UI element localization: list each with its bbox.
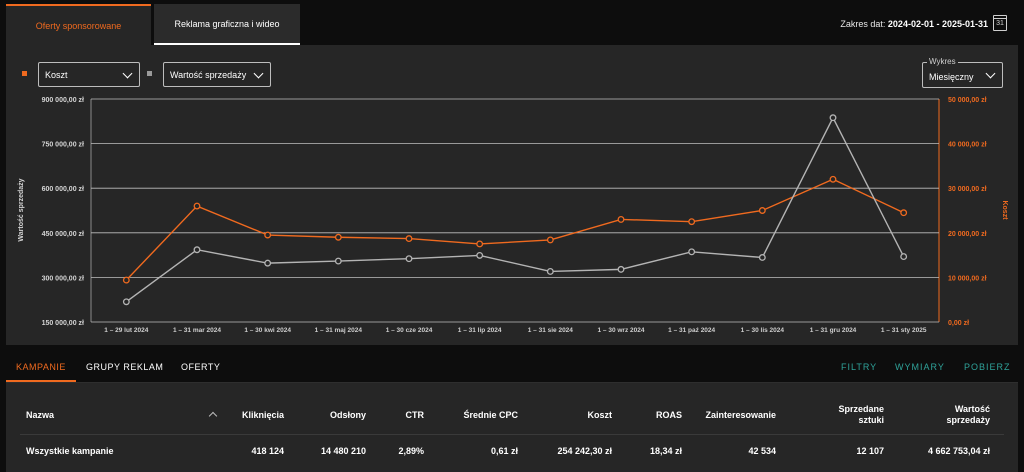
date-range: Zakres dat: 2024-02-01 - 2025-01-31 <box>840 19 988 29</box>
x-tick-label: 1 – 31 mar 2024 <box>173 327 221 334</box>
data-point <box>546 236 554 244</box>
header-sales-value-line2: sprzedaży <box>946 415 990 425</box>
right-axis-title: Koszt <box>1001 200 1008 220</box>
header-sales-value[interactable]: Wartość sprzedaży <box>946 404 990 426</box>
header-ctr[interactable]: CTR <box>406 410 425 421</box>
right-tick-label: 30 000,00 zł <box>948 186 987 193</box>
cell-ctr: 2,89% <box>398 446 424 456</box>
data-point <box>829 114 837 122</box>
left-tick-label: 450 000,00 zł <box>42 231 84 238</box>
data-point <box>758 254 766 261</box>
left-tick-label: 150 000,00 zł <box>42 320 84 327</box>
header-sales-value-line1: Wartość <box>954 404 990 414</box>
header-impressions[interactable]: Odsłony <box>330 410 366 421</box>
date-range-label: Zakres dat: <box>840 19 886 29</box>
header-units-sold-line1: Sprzedane <box>838 404 884 414</box>
data-point <box>758 207 766 214</box>
left-tick-label: 750 000,00 zł <box>42 142 84 149</box>
calendar-day: 31 <box>996 20 1004 27</box>
x-tick-label: 1 – 31 sty 2025 <box>881 327 927 334</box>
data-point <box>688 218 696 226</box>
data-point <box>900 253 908 261</box>
cell-sales-value: 4 662 753,04 zł <box>927 446 990 456</box>
x-tick-label: 1 – 31 paź 2024 <box>668 327 715 334</box>
data-point <box>688 248 696 256</box>
x-tick-label: 1 – 31 maj 2024 <box>315 327 363 334</box>
chart-panel: Koszt Wartość sprzedaży Wykres Miesięczn… <box>6 45 1018 345</box>
left-tick-label: 900 000,00 zł <box>42 97 84 104</box>
right-tick-label: 50 000,00 zł <box>948 97 987 104</box>
data-point <box>122 298 130 306</box>
series-line-sales-value <box>125 116 905 303</box>
header-roas[interactable]: ROAS <box>656 410 682 421</box>
right-tick-label: 20 000,00 zł <box>948 231 987 238</box>
right-tick-label: 40 000,00 zł <box>948 142 987 149</box>
download-button[interactable]: POBIERZ <box>964 362 1011 372</box>
tab-display-video-ads[interactable]: Reklama graficzna i wideo <box>154 4 300 45</box>
calendar-icon[interactable]: 31 <box>993 15 1007 31</box>
date-range-value: 2024-02-01 - 2025-01-31 <box>887 19 988 29</box>
data-point <box>900 209 908 217</box>
data-point <box>334 257 342 265</box>
header-units-sold-line2: sztuki <box>858 415 884 425</box>
cell-interest: 42 534 <box>748 446 776 456</box>
cell-clicks: 418 124 <box>251 446 284 456</box>
left-axis-title: Wartość sprzedaży <box>18 178 25 241</box>
cell-impressions: 14 480 210 <box>320 446 366 456</box>
data-point <box>405 255 413 263</box>
header-clicks[interactable]: Kliknięcia <box>242 410 284 421</box>
x-tick-label: 1 – 29 lut 2024 <box>104 327 148 334</box>
cell-units-sold: 12 107 <box>856 446 884 456</box>
right-tick-label: 10 000,00 zł <box>948 275 987 282</box>
line-chart: 900 000,00 zł 50 000,00 zł 750 000,00 zł 40… <box>18 97 1008 334</box>
x-tick-label: 1 – 30 kwi 2024 <box>244 327 291 334</box>
bottom-section: KAMPANIE GRUPY REKLAM OFERTY FILTRY WYMI… <box>0 345 1024 472</box>
header-avg-cpc[interactable]: Średnie CPC <box>463 410 518 421</box>
data-point <box>829 175 837 183</box>
data-point <box>193 202 201 210</box>
data-point <box>405 235 413 243</box>
x-tick-label: 1 – 31 sie 2024 <box>528 327 574 334</box>
x-tick-label: 1 – 31 lip 2024 <box>458 327 502 334</box>
header-units-sold[interactable]: Sprzedane sztuki <box>838 404 884 426</box>
header-divider <box>20 434 1004 435</box>
header-name[interactable]: Nazwa <box>26 410 54 421</box>
data-point <box>476 240 484 248</box>
cell-roas: 18,34 zł <box>649 446 682 456</box>
data-point <box>264 231 272 239</box>
campaigns-table: Nazwa Kliknięcia Odsłony CTR Średnie CPC… <box>6 383 1018 472</box>
x-tick-label: 1 – 30 wrz 2024 <box>598 327 645 334</box>
header-interest[interactable]: Zainteresowanie <box>705 410 776 421</box>
x-tick-label: 1 – 31 gru 2024 <box>810 327 857 334</box>
data-point <box>264 259 272 267</box>
data-point <box>617 265 625 273</box>
left-tick-label: 300 000,00 zł <box>42 275 84 282</box>
data-point <box>193 246 201 254</box>
header-cost[interactable]: Koszt <box>588 410 613 421</box>
cell-name[interactable]: Wszystkie kampanie <box>26 446 114 456</box>
tab-ad-groups[interactable]: GRUPY REKLAM <box>86 362 163 372</box>
tab-sponsored-offers[interactable]: Oferty sponsorowane <box>6 4 151 45</box>
data-point <box>546 268 554 275</box>
top-bar: Oferty sponsorowane Reklama graficzna i … <box>0 0 1024 45</box>
filters-button[interactable]: FILTRY <box>841 362 877 372</box>
series-line-cost <box>125 178 904 281</box>
right-tick-label: 0,00 zł <box>948 320 969 327</box>
tab-campaigns[interactable]: KAMPANIE <box>16 362 66 372</box>
x-tick-label: 1 – 30 lis 2024 <box>741 327 785 334</box>
x-tick-label: 1 – 30 cze 2024 <box>386 327 433 334</box>
tab-offers[interactable]: OFERTY <box>181 362 220 372</box>
data-point <box>334 233 342 241</box>
dimensions-button[interactable]: WYMIARY <box>895 362 945 372</box>
data-point <box>617 215 625 223</box>
data-point <box>476 251 484 259</box>
sort-asc-icon[interactable] <box>208 411 218 421</box>
left-tick-label: 600 000,00 zł <box>42 186 84 193</box>
cell-cost: 254 242,30 zł <box>557 446 612 456</box>
data-point <box>122 276 130 284</box>
cell-avg-cpc: 0,61 zł <box>490 446 518 456</box>
